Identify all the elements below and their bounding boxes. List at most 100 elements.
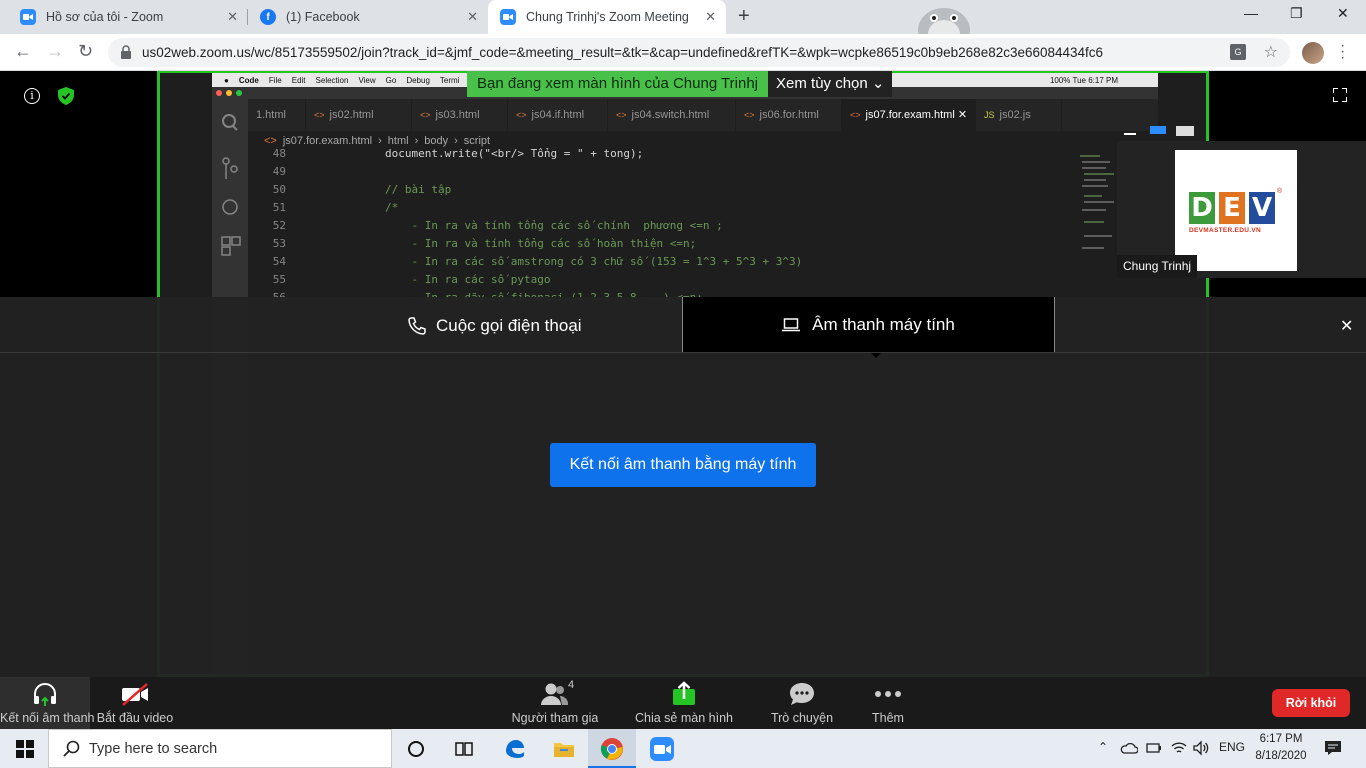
more-button[interactable]: Thêm xyxy=(858,677,918,729)
lock-icon xyxy=(121,45,131,59)
phone-icon xyxy=(408,317,426,335)
view-options-button[interactable]: Xem tùy chọn ⌄ xyxy=(768,71,893,97)
vscode-tab-bar: 1.html <> js02.html <> js03.html <> js04.if… xyxy=(248,99,1158,131)
mac-status: 100% Tue 6:17 PM xyxy=(1049,75,1118,85)
editor-tab[interactable]: <> js06.for.html xyxy=(736,99,842,131)
logo-letter: E xyxy=(1219,192,1245,224)
participants-button[interactable]: 4 Người tham gia xyxy=(510,677,600,729)
windows-start-icon[interactable] xyxy=(16,740,34,758)
participant-name: Chung Trinhj xyxy=(1117,255,1198,278)
code-line: 55 - In ra các số pytago xyxy=(272,273,551,286)
info-icon[interactable]: i xyxy=(24,88,40,104)
logo-subtitle: DEVMASTER.EDU.VN xyxy=(1189,227,1261,234)
tab-computer-audio[interactable]: Âm thanh máy tính xyxy=(682,297,1055,353)
code-line: 48 document.write("<br/> Tổng = " + tong… xyxy=(272,147,644,160)
zoom-meeting-area: i ● Code File Edit Selection View Go Deb… xyxy=(0,71,1366,677)
forward-icon[interactable]: → xyxy=(46,41,64,62)
start-video-button[interactable]: Bắt đầu video xyxy=(90,677,180,729)
code-line: 50 // bài tập xyxy=(272,183,452,196)
maximize-icon[interactable]: ❐ xyxy=(1290,5,1303,22)
editor-tab[interactable]: 1.html xyxy=(248,99,306,131)
minimize-icon[interactable]: — xyxy=(1244,5,1258,21)
mac-menu-item: Debug xyxy=(406,75,430,85)
code-line: 53 - In ra và tính tổng các số hoàn thiệ… xyxy=(272,237,697,250)
chrome-taskbar-active[interactable] xyxy=(588,729,636,768)
taskbar-clock[interactable]: 6:17 PM 8/18/2020 xyxy=(1254,731,1308,765)
reload-icon[interactable]: ↻ xyxy=(78,41,93,62)
close-dot xyxy=(216,90,222,96)
editor-tab-active[interactable]: <> js07.for.exam.html ✕ xyxy=(842,99,976,131)
taskbar-search-input[interactable]: Type here to search xyxy=(48,729,392,768)
volume-icon[interactable] xyxy=(1192,740,1210,756)
editor-tab[interactable]: <> js02.html xyxy=(306,99,412,131)
url-text: us02web.zoom.us/wc/85173559502/join?trac… xyxy=(142,45,1104,60)
fullscreen-icon[interactable] xyxy=(1333,88,1347,102)
translate-icon[interactable]: G xyxy=(1230,44,1246,60)
participants-icon xyxy=(541,683,569,705)
minimize-video-icon[interactable] xyxy=(1124,133,1136,135)
bookmark-star-icon[interactable]: ☆ xyxy=(1264,42,1278,62)
onedrive-icon[interactable] xyxy=(1120,741,1138,755)
close-window-icon[interactable]: ✕ xyxy=(1337,5,1349,22)
browser-tab-facebook[interactable]: f (1) Facebook ✕ xyxy=(248,0,488,34)
participant-thumbnail[interactable]: D E V ® DEVMASTER.EDU.VN Chung Trinhj xyxy=(1117,141,1366,278)
mac-menu-item: View xyxy=(358,75,376,85)
code-line: 54 - In ra các số amstrong có 3 chữ số (… xyxy=(272,255,803,268)
headphones-icon xyxy=(34,683,56,706)
security-shield-icon[interactable] xyxy=(58,87,74,105)
editor-tab[interactable]: <> js04.if.html xyxy=(508,99,608,131)
browser-tab-strip: Hồ sơ của tôi - Zoom ✕ f (1) Facebook ✕ … xyxy=(0,0,1366,34)
thumbnail-view-icon[interactable] xyxy=(1150,126,1166,134)
share-screen-button[interactable]: Chia sẻ màn hình xyxy=(634,677,734,729)
notifications-icon[interactable] xyxy=(1324,740,1342,756)
leave-meeting-button[interactable]: Rời khỏi xyxy=(1272,689,1350,717)
gallery-view-icon[interactable] xyxy=(1176,126,1194,136)
mac-menu-item: Edit xyxy=(291,75,306,85)
editor-tab[interactable]: JS js02.js xyxy=(976,99,1062,131)
chat-button[interactable]: Trò chuyện xyxy=(762,677,842,729)
zoom-icon xyxy=(500,9,516,25)
profile-avatar[interactable] xyxy=(1302,42,1324,64)
minimize-dot xyxy=(226,90,232,96)
close-icon[interactable]: ✕ xyxy=(705,9,716,25)
wifi-icon[interactable] xyxy=(1170,740,1188,756)
file-explorer-icon[interactable] xyxy=(552,737,576,761)
editor-tab[interactable]: <> js03.html xyxy=(412,99,508,131)
join-computer-audio-button[interactable]: Kết nối âm thanh bằng máy tính xyxy=(550,443,816,487)
windows-taskbar: Type here to search ⌃ ENG 6:17 PM 8/18/2… xyxy=(0,729,1366,768)
zoom-app-icon[interactable] xyxy=(650,737,674,761)
edge-icon[interactable] xyxy=(503,737,527,761)
join-audio-dialog: Cuộc gọi điện thoại Âm thanh máy tính ✕ … xyxy=(0,297,1366,677)
editor-tab[interactable]: <> js04.switch.html xyxy=(608,99,736,131)
browser-menu-icon[interactable]: · · · xyxy=(1340,38,1345,66)
address-bar[interactable]: us02web.zoom.us/wc/85173559502/join?trac… xyxy=(108,38,1290,67)
chrome-icon xyxy=(600,738,623,760)
task-view-icon[interactable] xyxy=(452,737,476,761)
logo-letter: D xyxy=(1189,192,1215,224)
language-indicator[interactable]: ENG xyxy=(1219,740,1245,754)
show-hidden-icons[interactable]: ⌃ xyxy=(1098,740,1108,754)
tab-title: Hồ sơ của tôi - Zoom xyxy=(46,10,164,24)
browser-tab-zoom-profile[interactable]: Hồ sơ của tôi - Zoom ✕ xyxy=(8,0,248,34)
chevron-down-icon: ⌄ xyxy=(871,75,885,92)
share-screen-icon xyxy=(673,681,695,705)
cortana-icon[interactable] xyxy=(404,737,428,761)
new-tab-button[interactable]: + xyxy=(738,5,750,28)
mac-menu-item: Termi xyxy=(439,75,460,85)
tab-pointer xyxy=(867,349,885,358)
close-icon[interactable]: ✕ xyxy=(1340,316,1353,336)
video-off-icon xyxy=(122,683,148,706)
tab-phone-call[interactable]: Cuộc gọi điện thoại xyxy=(408,316,582,336)
clock-time: 6:17 PM xyxy=(1259,733,1303,745)
join-audio-button[interactable]: Kết nối âm thanh xyxy=(0,677,95,729)
browser-tab-zoom-meeting[interactable]: Chung Trinhj's Zoom Meeting ✕ xyxy=(488,0,726,34)
back-icon[interactable]: ← xyxy=(14,41,32,62)
zoom-dot xyxy=(236,90,242,96)
close-icon[interactable]: ✕ xyxy=(467,9,478,25)
more-dots-icon xyxy=(875,691,901,697)
close-icon[interactable]: ✕ xyxy=(227,9,238,25)
battery-icon[interactable] xyxy=(1146,741,1162,755)
thumbnail-controls xyxy=(1118,121,1366,141)
tab-title: Chung Trinhj's Zoom Meeting xyxy=(526,10,689,24)
participants-count: 4 xyxy=(568,679,575,691)
